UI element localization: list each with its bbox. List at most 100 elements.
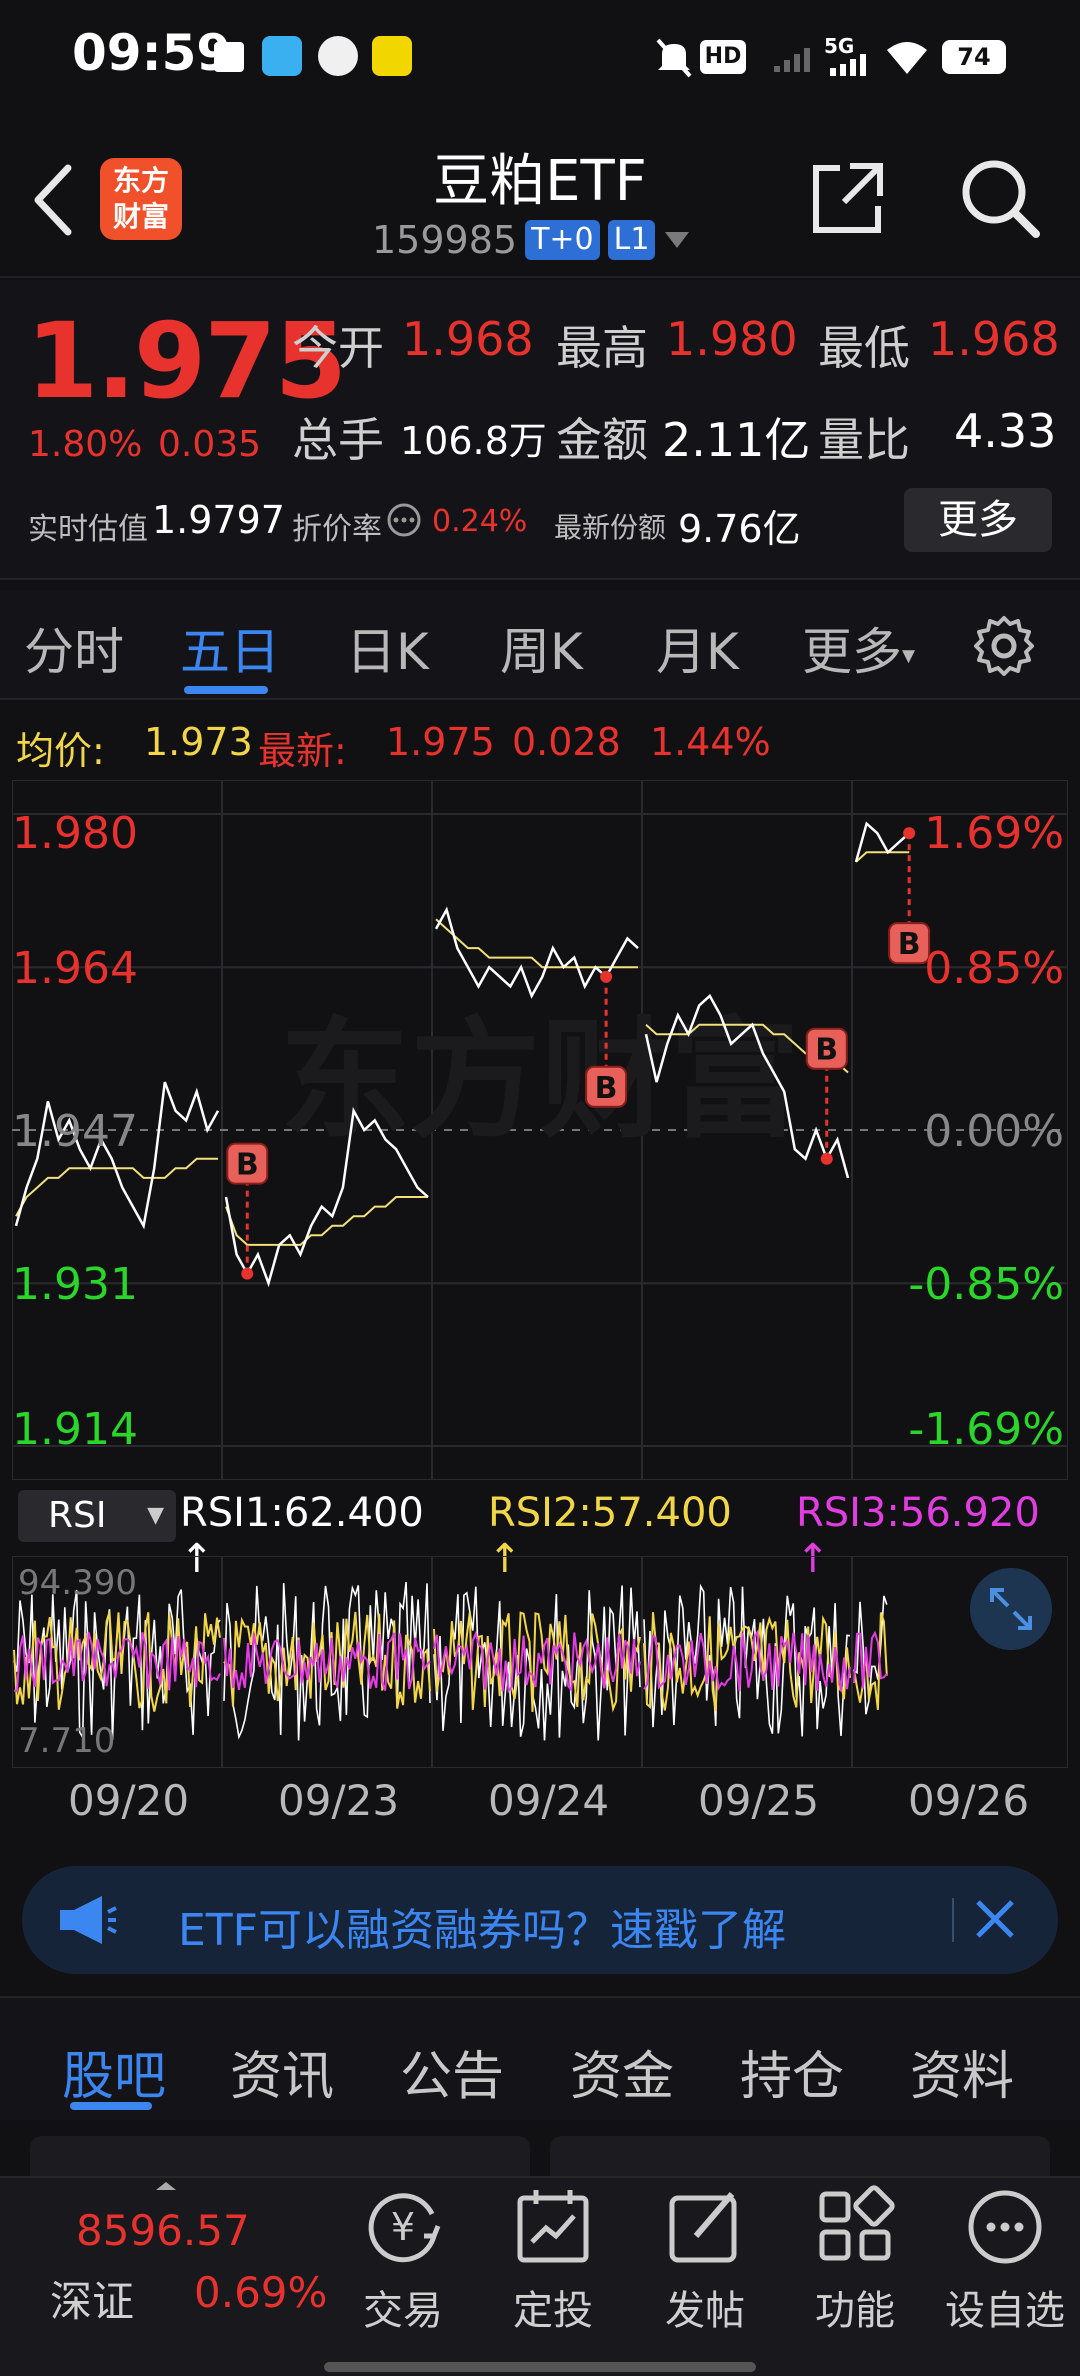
indicator-select[interactable]: RSI ▼ [18, 1490, 176, 1542]
close-icon[interactable] [968, 1892, 1022, 1946]
iopv-label: 实时估值 [28, 512, 148, 547]
rsi-chart: 94.390 7.710 [12, 1556, 1068, 1768]
rsi-top-label: 94.390 [18, 1563, 137, 1603]
x-date-0925: 09/25 [698, 1776, 820, 1825]
price-line [854, 821, 911, 863]
settings-gear-icon[interactable] [972, 614, 1036, 678]
send-icon [214, 42, 244, 72]
search-icon[interactable] [958, 156, 1042, 240]
tab-more[interactable]: 更多▾ [802, 612, 915, 684]
index-value[interactable]: 8596.57 [76, 2206, 250, 2255]
tab-capital[interactable]: 资金 [570, 2034, 674, 2109]
y-left-tick-label: 1.931 [12, 1259, 138, 1310]
chart-legend-row: 均价: 1.973 最新: 1.975 0.028 1.44% [0, 708, 1080, 776]
security-code-row[interactable]: 159985 T+0 L1 [372, 218, 691, 262]
five-day-price-chart[interactable]: 东方财富 B B B B 1.980 1.69% 1.964 0.85% 1.947 0.00%… [12, 780, 1068, 1480]
tab-five-day[interactable]: 五日 [180, 612, 280, 684]
feed-card[interactable] [30, 2136, 530, 2176]
hd-icon: HD [700, 40, 746, 74]
signal-weak-icon [774, 48, 810, 72]
active-tab-indicator [184, 686, 268, 694]
edit-pencil-icon [669, 2192, 737, 2263]
battery-icon: 74 [942, 40, 1006, 74]
nav-invest-plan[interactable]: 定投 [488, 2184, 618, 2354]
iopv-value: 1.9797 [152, 498, 285, 542]
tab-forum[interactable]: 股吧 [62, 2034, 166, 2109]
buy-badge-label: B [815, 1033, 838, 1068]
tab-weekly-k[interactable]: 周K [500, 612, 583, 684]
nav-functions[interactable]: 功能 [790, 2184, 920, 2354]
open-value: 1.968 [402, 312, 534, 366]
volume-value: 106.8万 [400, 419, 547, 463]
volume-ratio-value: 4.33 [954, 404, 1057, 458]
tag-level: L1 [607, 220, 656, 260]
nav-post[interactable]: 发帖 [640, 2184, 770, 2354]
megaphone-icon [60, 1896, 117, 1944]
active-content-tab-indicator [70, 2102, 152, 2110]
x-date-0920: 09/20 [68, 1776, 190, 1825]
signal-icon [830, 54, 866, 76]
high-value: 1.980 [666, 312, 798, 366]
avg-price-line [855, 851, 910, 863]
tab-daily-k[interactable]: 日K [346, 612, 429, 684]
low-label: 最低 [818, 321, 910, 375]
expand-chart-icon[interactable] [970, 1568, 1052, 1650]
news-icon [372, 36, 412, 76]
y-right-tick-label: -0.85% [908, 1259, 1064, 1310]
low-value: 1.968 [928, 312, 1060, 366]
y-left-tick-label: 1.980 [12, 808, 138, 859]
tab-monthly-k[interactable]: 月K [656, 612, 739, 684]
tab-profile[interactable]: 资料 [910, 2034, 1014, 2109]
tab-news[interactable]: 资讯 [230, 2034, 334, 2109]
avg-price-line [15, 1157, 218, 1217]
banner-divider [952, 1898, 954, 1942]
tab-announcements[interactable]: 公告 [400, 2034, 504, 2109]
latest-percent: 1.44% [650, 720, 771, 764]
y-right-tick-label: -1.69% [908, 1404, 1064, 1455]
index-name[interactable]: 深证 [50, 2268, 134, 2329]
avg-value: 1.973 [144, 720, 253, 764]
latest-change: 0.028 [512, 720, 621, 764]
chart-watermark: 东方财富 [280, 1004, 800, 1156]
wifi-icon [887, 42, 927, 74]
volume-ratio-label: 量比 [818, 413, 910, 467]
premium-value: 0.24% [432, 504, 528, 539]
more-quote-button[interactable]: 更多 [904, 488, 1052, 552]
latest-value: 1.975 [386, 720, 495, 764]
high-label: 最高 [556, 321, 648, 375]
nav-post-label: 发帖 [665, 2288, 745, 2334]
y-left-tick-label: 1.964 [12, 943, 138, 994]
nav-trade[interactable]: ¥ 交易 [338, 2184, 468, 2354]
nav-add-watchlist[interactable]: 设自选 [940, 2184, 1070, 2354]
tab-more-label: 更多 [802, 623, 902, 681]
tab-holdings[interactable]: 持仓 [740, 2034, 844, 2109]
avg-price-line [435, 918, 638, 969]
home-indicator [324, 2362, 756, 2372]
x-date-0926: 09/26 [908, 1776, 1030, 1825]
nav-trade-label: 交易 [363, 2288, 443, 2334]
buy-badge-label: B [595, 1071, 618, 1106]
select-caret-icon: ▼ [147, 1503, 164, 1528]
nav-invest-plan-label: 定投 [513, 2288, 593, 2334]
calendar-chart-icon [517, 2190, 589, 2263]
avg-label: 均价: [16, 729, 105, 773]
nav-add-watchlist-label: 设自选 [945, 2288, 1065, 2334]
share-icon[interactable] [810, 160, 886, 236]
info-dots-icon[interactable] [386, 502, 422, 538]
ticker-expand-icon[interactable] [154, 2180, 178, 2192]
index-percent[interactable]: 0.69% [194, 2268, 327, 2317]
y-right-tick-label: 0.85% [924, 943, 1064, 994]
buy-badge-label: B [898, 927, 921, 962]
feed-card[interactable] [550, 2136, 1050, 2176]
app-notification-icon [262, 36, 302, 76]
y-left-tick-label: 1.914 [12, 1404, 138, 1455]
shares-label: 最新份额 [554, 511, 667, 544]
tab-intraday[interactable]: 分时 [24, 612, 124, 684]
security-code: 159985 [372, 218, 518, 262]
promo-banner-text[interactable]: ETF可以融资融券吗？速戳了解 [178, 1894, 786, 1958]
buy-badge-label: B [236, 1148, 259, 1183]
avg-price-line [225, 1196, 428, 1246]
volume-label: 总手 [292, 413, 384, 467]
y-right-tick-label: 0.00% [924, 1106, 1064, 1157]
dropdown-caret-icon [665, 232, 690, 248]
